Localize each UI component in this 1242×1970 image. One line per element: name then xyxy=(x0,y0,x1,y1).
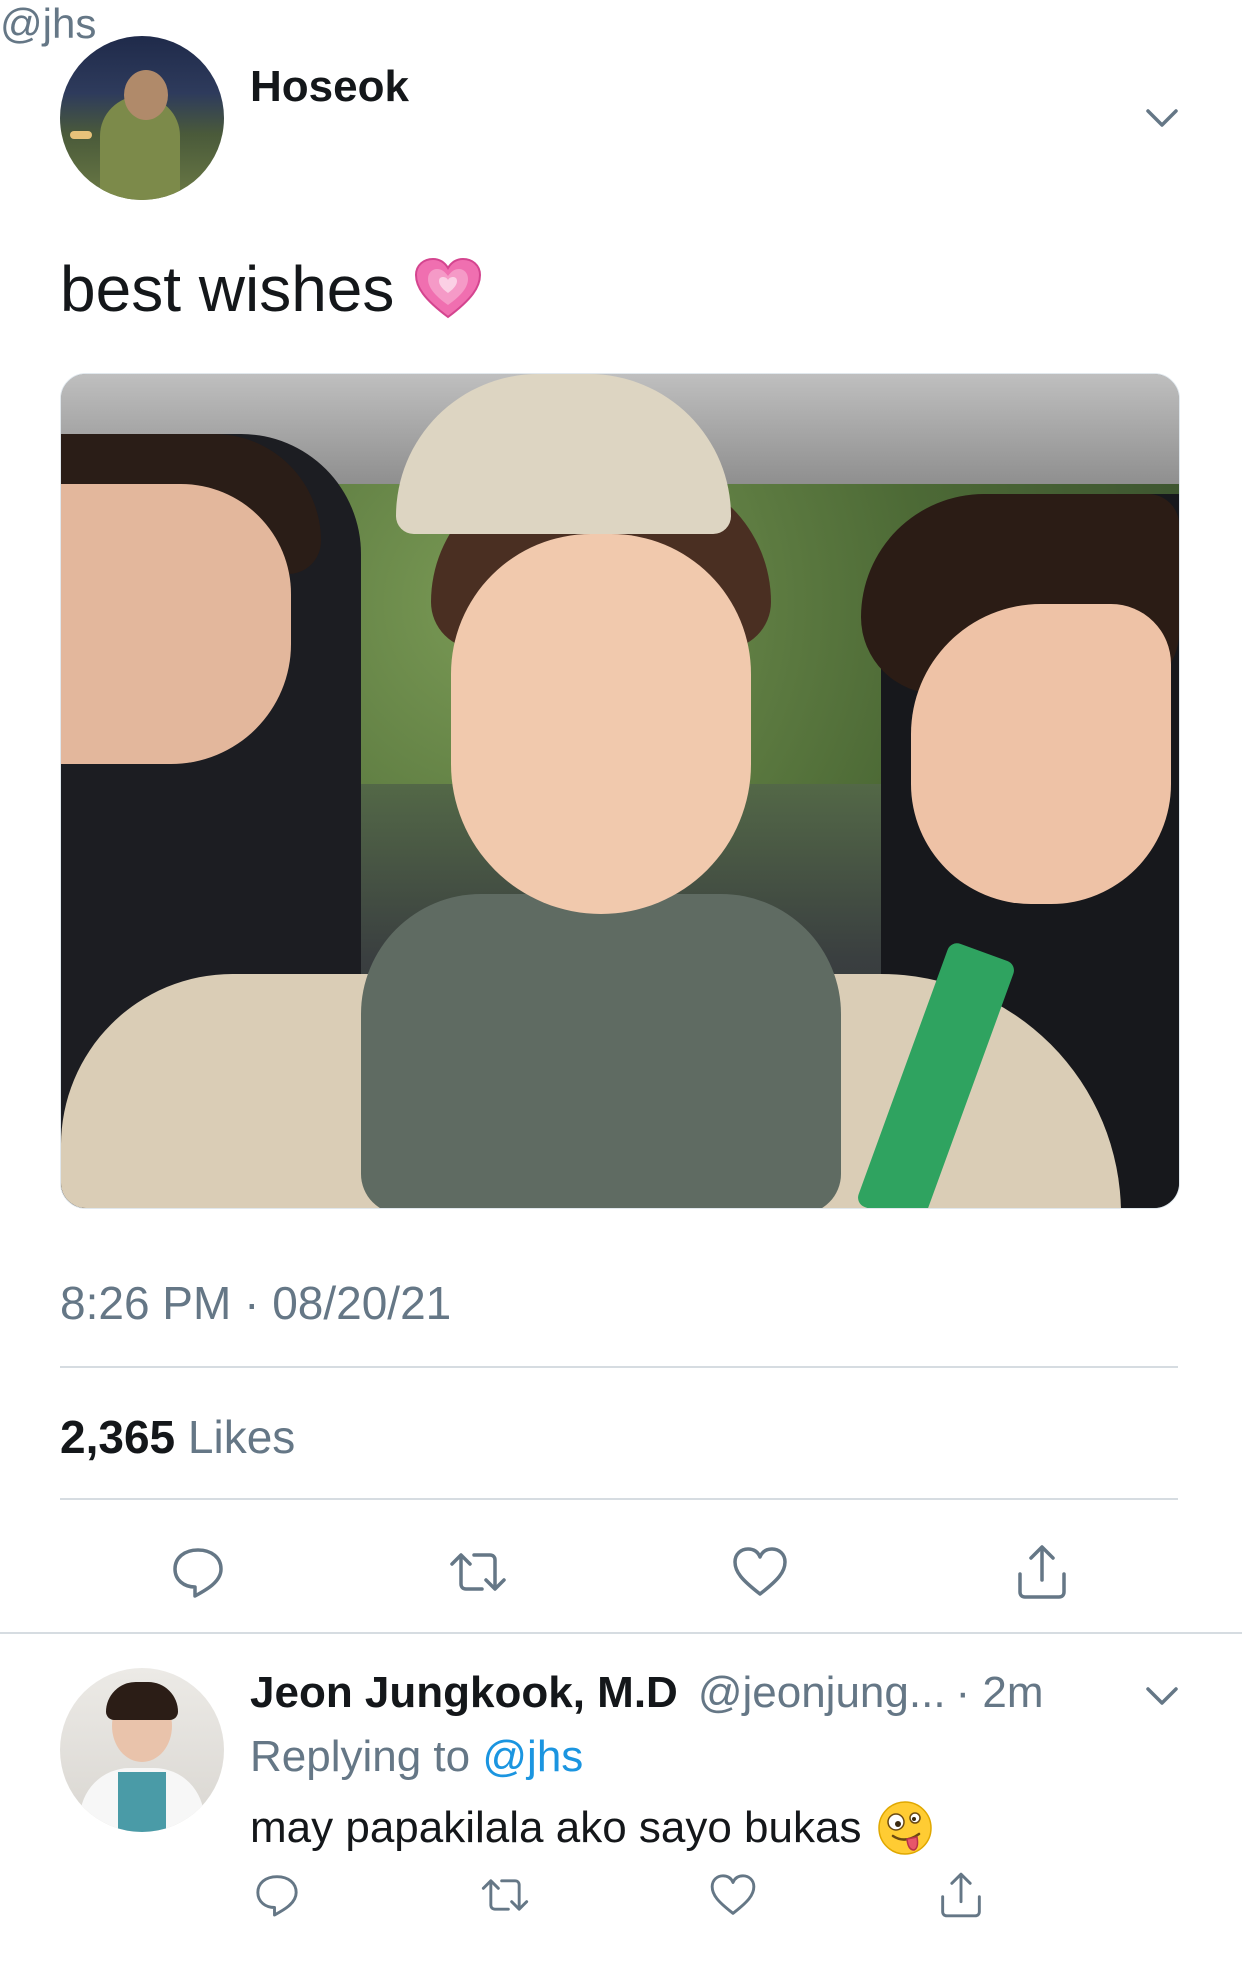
author-avatar[interactable] xyxy=(60,36,224,200)
tweet-text-container: best wishes xyxy=(60,252,482,326)
avatar-photo-scrub xyxy=(118,1772,166,1832)
reply-author-avatar[interactable] xyxy=(60,1668,224,1832)
reply-header: Jeon Jungkook, M.D @jeonjung... · 2m xyxy=(250,1668,1044,1718)
likes-stat[interactable]: 2,365 Likes xyxy=(60,1410,295,1464)
reply-time: · 2m xyxy=(955,1668,1044,1717)
reply-author-handle[interactable]: @jeonjung... xyxy=(698,1668,946,1717)
share-icon[interactable] xyxy=(1012,1542,1072,1602)
tweet-text: best wishes xyxy=(60,253,395,325)
likes-label: Likes xyxy=(187,1411,296,1463)
chevron-down-icon[interactable] xyxy=(1140,1674,1184,1718)
author-handle[interactable]: @jhs xyxy=(0,0,1242,48)
tweet-timestamp[interactable]: 8:26 PM · 08/20/21 xyxy=(60,1276,451,1330)
retweet-icon[interactable] xyxy=(448,1542,508,1602)
chevron-down-icon[interactable] xyxy=(1140,96,1184,140)
divider xyxy=(0,1632,1242,1634)
divider xyxy=(60,1366,1178,1368)
likes-count: 2,365 xyxy=(60,1411,176,1463)
reply-icon[interactable] xyxy=(252,1870,302,1920)
zany-face-emoji-icon xyxy=(878,1801,933,1855)
growing-heart-emoji-icon xyxy=(415,257,482,319)
replying-to: Replying to @jhs xyxy=(250,1732,583,1782)
replying-mention-link[interactable]: @jhs xyxy=(482,1732,583,1781)
photo-face-middle xyxy=(451,534,751,914)
author-name[interactable]: Hoseok xyxy=(250,62,409,112)
like-icon[interactable] xyxy=(730,1542,790,1602)
replying-prefix: Replying to xyxy=(250,1732,471,1781)
like-icon[interactable] xyxy=(708,1870,758,1920)
reply-text: may papakilala ako sayo bukas xyxy=(250,1803,862,1852)
reply-author-name[interactable]: Jeon Jungkook, M.D xyxy=(250,1668,678,1717)
photo-face-left xyxy=(61,484,291,764)
share-icon[interactable] xyxy=(936,1870,986,1920)
avatar-photo-head xyxy=(124,70,168,120)
reply-text-container: may papakilala ako sayo bukas xyxy=(250,1800,933,1856)
divider xyxy=(60,1498,1178,1500)
reply-icon[interactable] xyxy=(168,1542,228,1602)
avatar-photo-hair xyxy=(106,1682,178,1720)
photo-hoodie xyxy=(361,894,841,1208)
retweet-icon[interactable] xyxy=(480,1870,530,1920)
tweet-photo[interactable] xyxy=(60,373,1180,1209)
photo-face-right xyxy=(911,604,1171,904)
avatar-photo-detail xyxy=(70,131,92,139)
